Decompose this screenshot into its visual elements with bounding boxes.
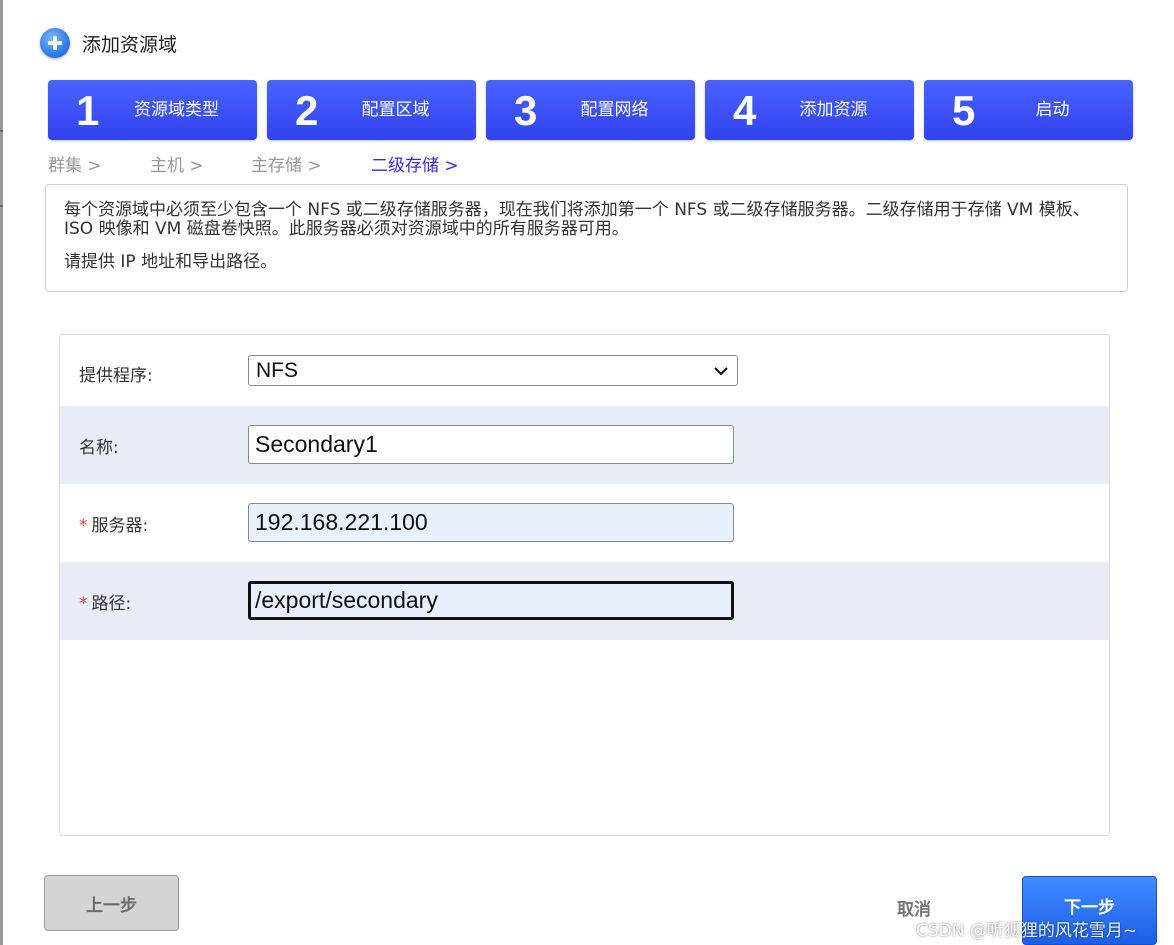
name-input[interactable] (248, 425, 734, 464)
wizard-steps: 1 资源域类型 2 配置区域 3 配置网络 4 添加资源 5 启动 (48, 80, 1133, 140)
server-label: * 服务器: (79, 511, 148, 536)
required-mark: * (79, 516, 88, 536)
breadcrumb-item-cluster[interactable]: 群集 > (48, 151, 102, 176)
wizard-step-2[interactable]: 2 配置区域 (267, 80, 476, 140)
path-label: * 路径: (79, 589, 131, 614)
step-label: 配置网络 (580, 100, 649, 120)
step-number: 5 (952, 87, 976, 134)
wizard-step-5[interactable]: 5 启动 (924, 80, 1133, 140)
info-description: 每个资源域中必须至少包含一个 NFS 或二级存储服务器，现在我们将添加第一个 N… (45, 184, 1128, 292)
window-left-edge (0, 0, 3, 945)
path-label-text: 路径: (91, 594, 132, 614)
breadcrumb-item-host[interactable]: 主机 > (150, 151, 204, 176)
step-label: 添加资源 (799, 100, 868, 120)
form-row-path: * 路径: (60, 562, 1109, 640)
form-row-name: 名称: (60, 406, 1109, 484)
wizard-step-3[interactable]: 3 配置网络 (486, 80, 695, 140)
breadcrumb-item-primary-storage[interactable]: 主存储 > (251, 151, 322, 176)
watermark: CSDN @听狐狸的风花雪月~ (916, 921, 1138, 941)
provider-select[interactable]: NFS (248, 355, 738, 386)
window-edge-tick (0, 130, 3, 132)
provider-label: 提供程序: (79, 366, 153, 386)
step-number: 2 (295, 87, 319, 134)
step-label: 配置区域 (361, 100, 430, 120)
add-circle-icon (40, 28, 70, 58)
form-row-server: * 服务器: (60, 484, 1109, 562)
step-number: 1 (76, 87, 100, 134)
path-input[interactable] (248, 581, 734, 620)
breadcrumb-item-secondary-storage[interactable]: 二级存储 > (371, 151, 459, 176)
step-label: 启动 (1035, 100, 1070, 120)
name-label: 名称: (79, 438, 119, 458)
chevron-down-icon (714, 367, 728, 376)
step-number: 3 (514, 87, 538, 134)
server-input[interactable] (248, 503, 734, 542)
info-paragraph: 请提供 IP 地址和导出路径。 (64, 252, 278, 272)
secondary-storage-form: 提供程序: NFS 名称: *服务器: *路径: (59, 334, 1110, 836)
form-row-provider: 提供程序: NFS (60, 335, 1109, 413)
step-number: 4 (733, 87, 757, 134)
wizard-step-4[interactable]: 4 添加资源 (705, 80, 914, 140)
wizard-step-1[interactable]: 1 资源域类型 (48, 80, 257, 140)
required-mark: * (79, 594, 88, 614)
step-label: 资源域类型 (134, 100, 219, 120)
back-button[interactable]: 上一步 (44, 875, 179, 931)
window-edge-tick (0, 205, 3, 207)
server-label-text: 服务器: (91, 516, 149, 536)
dialog-title: 添加资源域 (82, 33, 178, 56)
provider-select-value: NFS (256, 358, 298, 382)
info-paragraph: 每个资源域中必须至少包含一个 NFS 或二级存储服务器，现在我们将添加第一个 N… (64, 200, 1090, 239)
dialog-header: 添加资源域 (40, 28, 177, 58)
